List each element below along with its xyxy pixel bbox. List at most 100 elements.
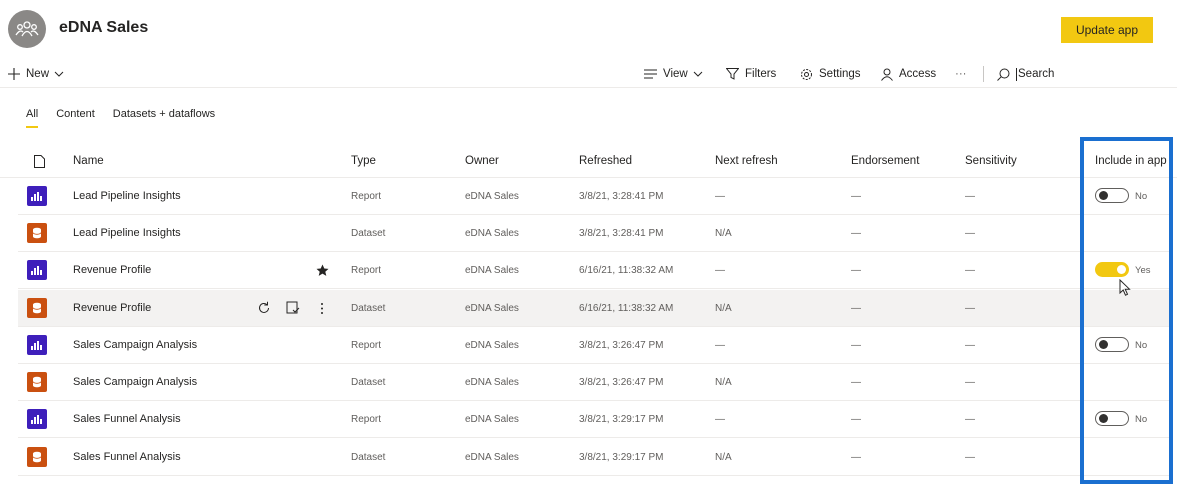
item-sensitivity: — — [965, 303, 975, 314]
column-sensitivity[interactable]: Sensitivity — [965, 155, 1017, 167]
item-name[interactable]: Sales Funnel Analysis — [73, 451, 181, 463]
item-name[interactable]: Sales Campaign Analysis — [73, 339, 197, 351]
table-row[interactable]: Revenue Profile Report eDNA Sales 6/16/2… — [18, 252, 1173, 289]
item-type: Dataset — [351, 377, 386, 388]
toggle-state-label: No — [1135, 191, 1148, 202]
column-name[interactable]: Name — [73, 155, 104, 167]
command-divider — [983, 66, 984, 82]
column-endorsement[interactable]: Endorsement — [851, 155, 919, 167]
workspace-title: eDNA Sales — [59, 19, 149, 36]
table-row[interactable]: Sales Funnel Analysis Dataset eDNA Sales… — [18, 439, 1173, 476]
item-sensitivity: — — [965, 377, 975, 388]
item-owner: eDNA Sales — [465, 228, 519, 239]
item-next-refresh: N/A — [715, 228, 732, 239]
item-owner: eDNA Sales — [465, 340, 519, 351]
item-type: Report — [351, 265, 382, 276]
toggle-state-label: Yes — [1135, 265, 1151, 276]
column-next-refresh[interactable]: Next refresh — [715, 155, 778, 167]
report-icon — [27, 186, 47, 206]
view-button[interactable]: View — [644, 62, 703, 86]
search-box[interactable]: Search — [997, 62, 1054, 86]
item-sensitivity: — — [965, 340, 975, 351]
table-row[interactable]: Sales Campaign Analysis Dataset eDNA Sal… — [18, 364, 1173, 401]
item-name[interactable]: Lead Pipeline Insights — [73, 190, 181, 202]
more-options-button[interactable]: ··· — [955, 62, 967, 86]
report-icon — [27, 409, 47, 429]
item-next-refresh: N/A — [715, 377, 732, 388]
column-include-in-app[interactable]: Include in app — [1095, 155, 1167, 167]
table-row[interactable]: Lead Pipeline Insights Dataset eDNA Sale… — [18, 215, 1173, 252]
filters-button[interactable]: Filters — [726, 62, 776, 86]
table-row[interactable]: Sales Campaign Analysis Report eDNA Sale… — [18, 327, 1173, 364]
include-in-app-toggle[interactable] — [1095, 337, 1129, 352]
column-owner[interactable]: Owner — [465, 155, 499, 167]
access-button[interactable]: Access — [881, 62, 936, 86]
item-name[interactable]: Sales Funnel Analysis — [73, 413, 181, 425]
column-refreshed[interactable]: Refreshed — [579, 155, 632, 167]
tab-content[interactable]: Content — [56, 108, 95, 128]
star-icon[interactable] — [316, 264, 329, 277]
dataset-icon — [27, 372, 47, 392]
item-next-refresh: — — [715, 191, 725, 202]
item-endorsement: — — [851, 265, 861, 276]
item-next-refresh: — — [715, 414, 725, 425]
gear-icon — [801, 68, 812, 80]
refresh-icon[interactable] — [257, 301, 271, 315]
new-label: New — [26, 68, 50, 80]
table-row[interactable]: Sales Funnel Analysis Report eDNA Sales … — [18, 401, 1173, 438]
item-name[interactable]: Sales Campaign Analysis — [73, 376, 197, 388]
item-sensitivity: — — [965, 452, 975, 463]
update-app-button[interactable]: Update app — [1061, 17, 1153, 43]
file-type-icon — [34, 155, 45, 168]
item-next-refresh: N/A — [715, 303, 732, 314]
item-endorsement: — — [851, 377, 861, 388]
view-label: View — [663, 68, 688, 80]
filters-label: Filters — [745, 68, 777, 80]
person-icon — [881, 68, 893, 81]
command-bar: New View Filters Settings Access ··· Sea… — [0, 62, 1177, 88]
item-type: Report — [351, 191, 382, 202]
include-in-app-toggle[interactable] — [1095, 262, 1129, 277]
item-refreshed: 6/16/21, 11:38:32 AM — [579, 265, 674, 276]
more-options-icon[interactable] — [320, 302, 324, 315]
item-sensitivity: — — [965, 228, 975, 239]
item-sensitivity: — — [965, 414, 975, 425]
include-in-app-toggle[interactable] — [1095, 411, 1129, 426]
item-endorsement: — — [851, 414, 861, 425]
text-caret — [1016, 67, 1017, 81]
report-icon — [27, 260, 47, 280]
chevron-down-icon — [54, 71, 64, 77]
item-refreshed: 3/8/21, 3:29:17 PM — [579, 414, 664, 425]
item-next-refresh: — — [715, 265, 725, 276]
tab-all[interactable]: All — [26, 108, 39, 128]
list-view-icon — [644, 69, 657, 79]
schedule-refresh-icon[interactable] — [286, 301, 300, 315]
settings-label: Settings — [819, 68, 861, 80]
new-button[interactable]: New — [8, 62, 64, 86]
toggle-state-label: No — [1135, 340, 1148, 351]
item-owner: eDNA Sales — [465, 452, 519, 463]
settings-button[interactable]: Settings — [800, 62, 861, 86]
table-header: Name Type Owner Refreshed Next refresh E… — [0, 145, 1177, 178]
item-next-refresh: — — [715, 340, 725, 351]
item-name[interactable]: Revenue Profile — [73, 302, 151, 314]
access-label: Access — [899, 68, 937, 80]
table-row[interactable]: Lead Pipeline Insights Report eDNA Sales… — [18, 178, 1173, 215]
workspace-avatar — [8, 10, 46, 48]
column-type[interactable]: Type — [351, 155, 376, 167]
item-type: Dataset — [351, 452, 386, 463]
item-endorsement: — — [851, 191, 861, 202]
tab-datasets-dataflows[interactable]: Datasets + dataflows — [113, 108, 215, 128]
item-endorsement: — — [851, 340, 861, 351]
item-name[interactable]: Revenue Profile — [73, 264, 151, 276]
item-owner: eDNA Sales — [465, 303, 519, 314]
item-type: Dataset — [351, 228, 386, 239]
include-in-app-toggle[interactable] — [1095, 188, 1129, 203]
item-refreshed: 3/8/21, 3:26:47 PM — [579, 340, 664, 351]
item-sensitivity: — — [965, 191, 975, 202]
item-name[interactable]: Lead Pipeline Insights — [73, 227, 181, 239]
content-tabs: All Content Datasets + dataflows — [26, 108, 233, 128]
toggle-state-label: No — [1135, 414, 1148, 425]
item-refreshed: 6/16/21, 11:38:32 AM — [579, 303, 674, 314]
table-row[interactable]: Revenue Profile Dataset eDNA Sales 6/16/… — [18, 290, 1173, 327]
